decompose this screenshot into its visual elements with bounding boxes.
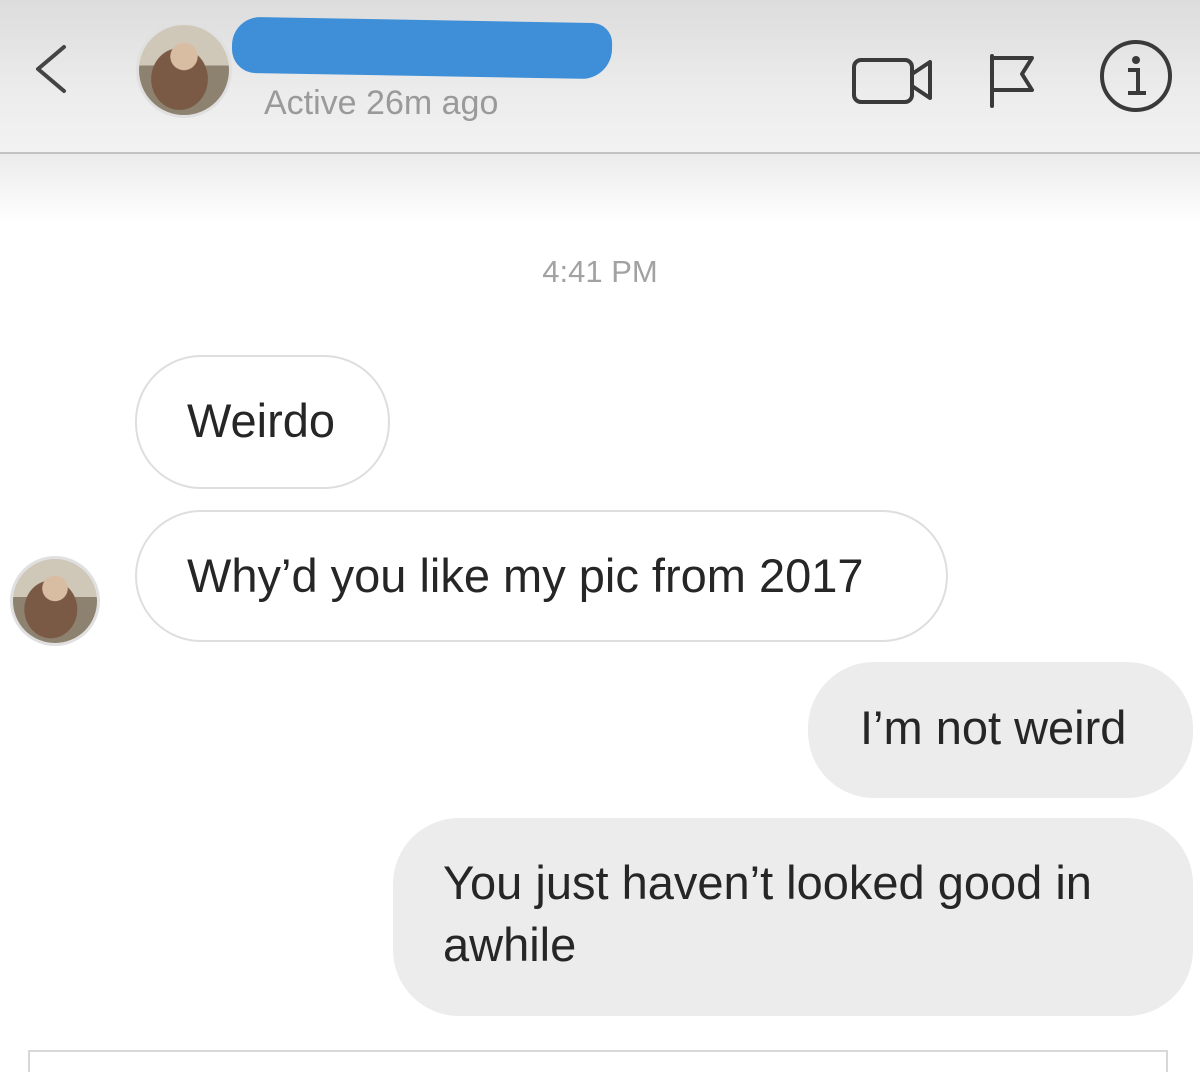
- video-call-icon: [852, 58, 932, 104]
- sender-avatar[interactable]: [10, 556, 100, 646]
- flag-icon: [990, 54, 1034, 108]
- outgoing-message-bubble[interactable]: I’m not weird: [808, 662, 1193, 798]
- info-button[interactable]: [1096, 36, 1176, 116]
- message-composer[interactable]: [28, 1050, 1168, 1072]
- info-icon: [1100, 40, 1172, 112]
- username-redaction: [231, 16, 613, 80]
- report-button[interactable]: [984, 50, 1038, 110]
- active-status: Active 26m ago: [264, 84, 499, 122]
- chevron-left-icon: [36, 45, 66, 93]
- incoming-message-bubble[interactable]: Why’d you like my pic from 2017: [135, 510, 948, 642]
- outgoing-message-bubble[interactable]: You just haven’t looked good in awhile: [393, 818, 1193, 1016]
- contact-avatar[interactable]: [136, 22, 232, 118]
- back-button[interactable]: [22, 38, 78, 100]
- header-shadow: [0, 154, 1200, 224]
- video-call-button[interactable]: [850, 52, 946, 106]
- incoming-message-bubble[interactable]: Weirdo: [135, 355, 390, 489]
- message-timestamp: 4:41 PM: [542, 254, 658, 289]
